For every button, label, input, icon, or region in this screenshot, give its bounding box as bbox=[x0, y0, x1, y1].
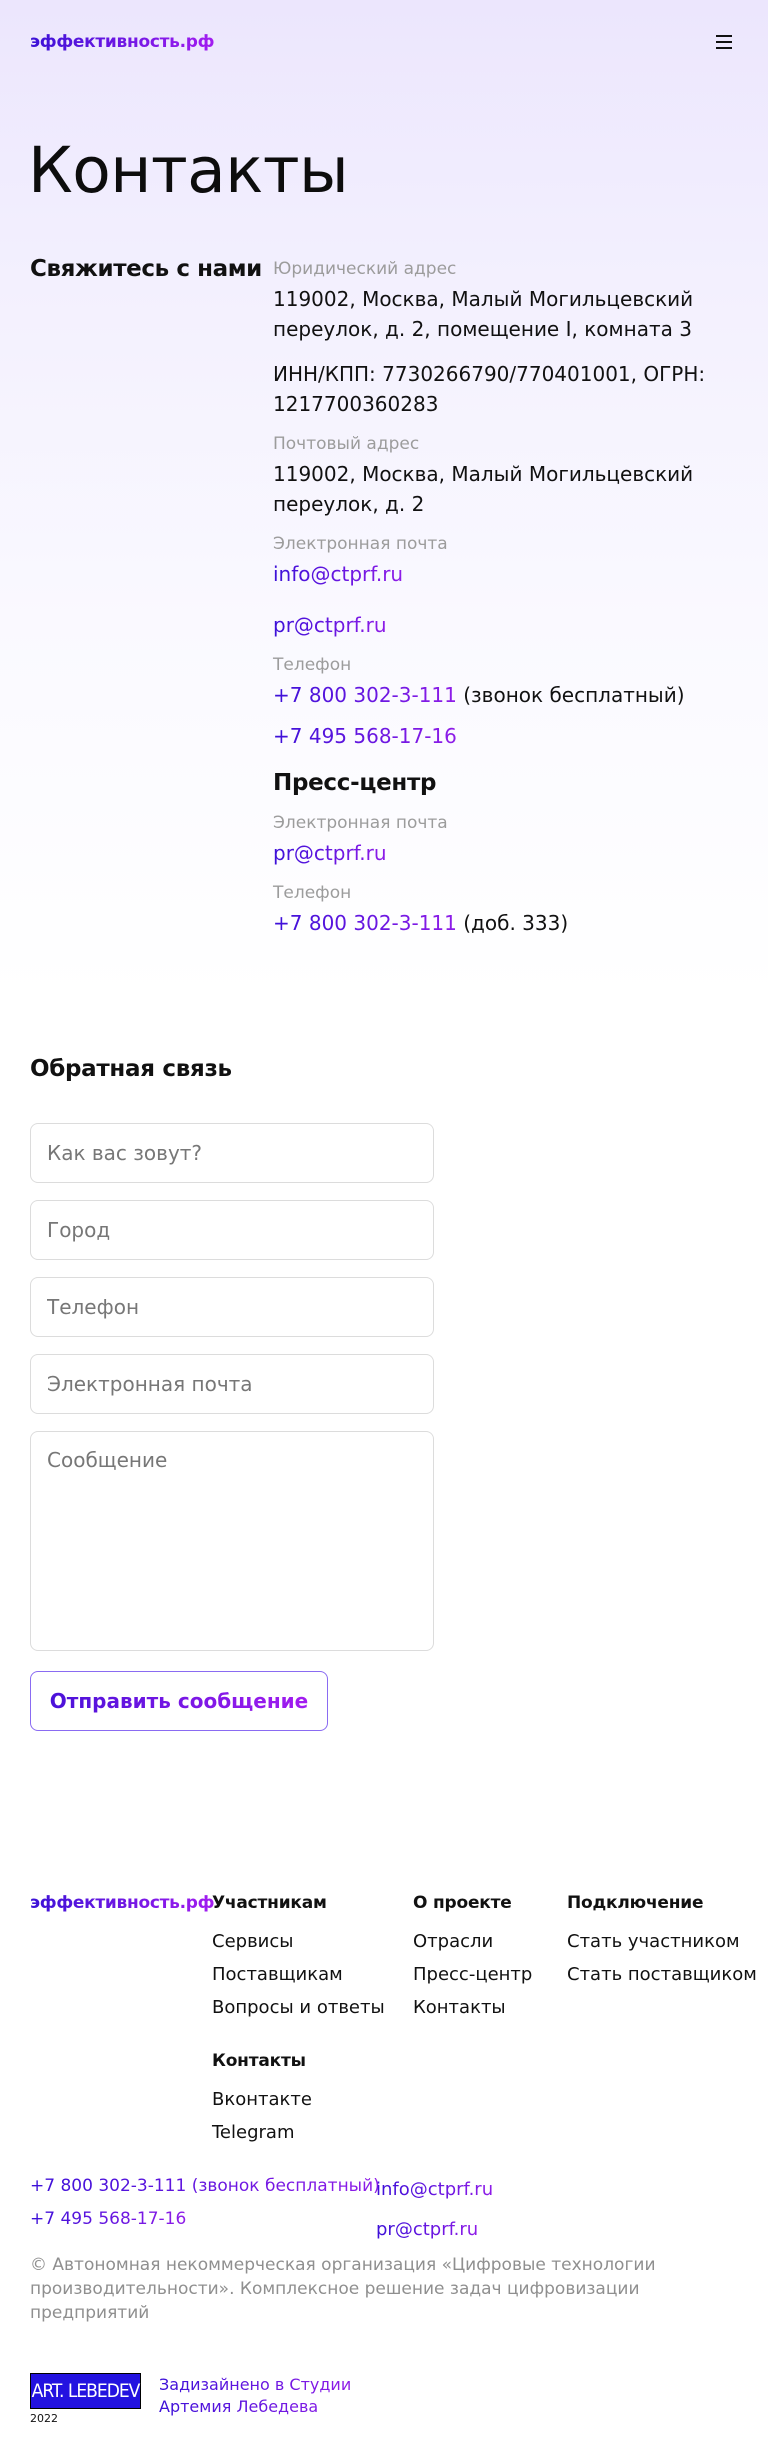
email-link-info[interactable]: info@ctprf.ru bbox=[273, 562, 403, 586]
copyright: © Автономная некоммерческая организация … bbox=[30, 2255, 656, 2323]
email-label: Электронная почта bbox=[273, 534, 448, 554]
legal-address-label: Юридический адрес bbox=[273, 259, 457, 279]
studio-year: 2022 bbox=[30, 2412, 58, 2425]
send-message-button[interactable]: Отправить сообщение bbox=[30, 1671, 328, 1731]
press-phone-link[interactable]: +7 800 302-3-111 bbox=[273, 911, 457, 935]
footer-col-participants: Участникам Сервисы Поставщикам Вопросы и… bbox=[212, 1893, 385, 2024]
contact-heading: Свяжитесь с нами bbox=[30, 256, 262, 282]
press-phone-label: Телефон bbox=[273, 883, 352, 903]
footer-link-vk[interactable]: Вконтакте bbox=[212, 2083, 312, 2116]
inn-ogrn: ИНН/КПП: 7730266790/770401001, ОГРН: 121… bbox=[273, 362, 706, 416]
footer-link-industries[interactable]: Отрасли bbox=[413, 1925, 532, 1958]
footer-phone-free[interactable]: +7 800 302-3-111 (звонок бесплатный) bbox=[30, 2176, 380, 2196]
press-email-link[interactable]: pr@ctprf.ru bbox=[273, 841, 387, 865]
header: эффективность.рф bbox=[30, 32, 738, 56]
footer-link-become-participant[interactable]: Стать участником bbox=[567, 1925, 757, 1958]
postal-address: 119002, Москва, Малый Могильцевский пере… bbox=[273, 462, 694, 516]
footer-link-telegram[interactable]: Telegram bbox=[212, 2116, 312, 2149]
footer-col-title: О проекте bbox=[413, 1893, 512, 1913]
phone-link-moscow[interactable]: +7 495 568-17-16 bbox=[273, 724, 457, 748]
footer-col-title: Контакты bbox=[212, 2051, 306, 2071]
feedback-title: Обратная связь bbox=[30, 1056, 232, 1082]
footer-col-contacts: Контакты Вконтакте Telegram bbox=[212, 2051, 312, 2149]
page-title: Контакты bbox=[28, 134, 349, 207]
footer-col-connect: Подключение Стать участником Стать поста… bbox=[567, 1893, 757, 1991]
postal-address-label: Почтовый адрес bbox=[273, 434, 420, 454]
footer-emails: info@ctprf.ru pr@ctprf.ru bbox=[376, 2170, 493, 2250]
email-link-pr[interactable]: pr@ctprf.ru bbox=[273, 613, 387, 637]
press-center-title: Пресс-центр bbox=[273, 770, 437, 796]
footer-email-pr[interactable]: pr@ctprf.ru bbox=[376, 2219, 478, 2240]
message-textarea[interactable] bbox=[30, 1431, 434, 1651]
studio-credit[interactable]: Задизайнено в Студии Артемия Лебедева bbox=[159, 2374, 351, 2418]
name-input[interactable] bbox=[30, 1123, 434, 1183]
phone-input[interactable] bbox=[30, 1277, 434, 1337]
studio-logo[interactable]: ART. LEBEDEV bbox=[30, 2373, 141, 2409]
send-message-label: Отправить сообщение bbox=[49, 1689, 309, 1713]
footer-link-faq[interactable]: Вопросы и ответы bbox=[212, 1991, 385, 2024]
studio-credit-line-2: Артемия Лебедева bbox=[159, 2396, 351, 2418]
footer-col-title: Участникам bbox=[212, 1893, 327, 1913]
site-logo[interactable]: эффективность.рф bbox=[30, 32, 215, 52]
email-input[interactable] bbox=[30, 1354, 434, 1414]
footer-col-about: О проекте Отрасли Пресс-центр Контакты bbox=[413, 1893, 532, 2024]
footer-email-info[interactable]: info@ctprf.ru bbox=[376, 2179, 493, 2200]
footer-link-suppliers[interactable]: Поставщикам bbox=[212, 1958, 385, 1991]
footer-phones: +7 800 302-3-111 (звонок бесплатный) +7 … bbox=[30, 2170, 380, 2236]
burger-menu-icon[interactable] bbox=[716, 35, 732, 49]
phone-link-free[interactable]: +7 800 302-3-111 bbox=[273, 683, 457, 707]
studio-credit-line-1: Задизайнено в Студии bbox=[159, 2375, 352, 2394]
footer-link-become-supplier[interactable]: Стать поставщиком bbox=[567, 1958, 757, 1991]
footer-link-services[interactable]: Сервисы bbox=[212, 1925, 385, 1958]
city-input[interactable] bbox=[30, 1200, 434, 1260]
phone-free-note: (звонок бесплатный) bbox=[456, 683, 685, 707]
press-email-label: Электронная почта bbox=[273, 813, 448, 833]
contacts-block: Юридический адрес 119002, Москва, Малый … bbox=[273, 258, 743, 938]
footer-phone-moscow[interactable]: +7 495 568-17-16 bbox=[30, 2209, 186, 2229]
footer-link-contacts[interactable]: Контакты bbox=[413, 1991, 532, 2024]
footer-logo[interactable]: эффективность.рф bbox=[30, 1893, 215, 1913]
legal-address: 119002, Москва, Малый Могильцевский пере… bbox=[273, 287, 694, 341]
footer-link-press[interactable]: Пресс-центр bbox=[413, 1958, 532, 1991]
press-phone-ext: (доб. 333) bbox=[456, 911, 569, 935]
footer-col-title: Подключение bbox=[567, 1893, 704, 1913]
phone-label: Телефон bbox=[273, 655, 352, 675]
